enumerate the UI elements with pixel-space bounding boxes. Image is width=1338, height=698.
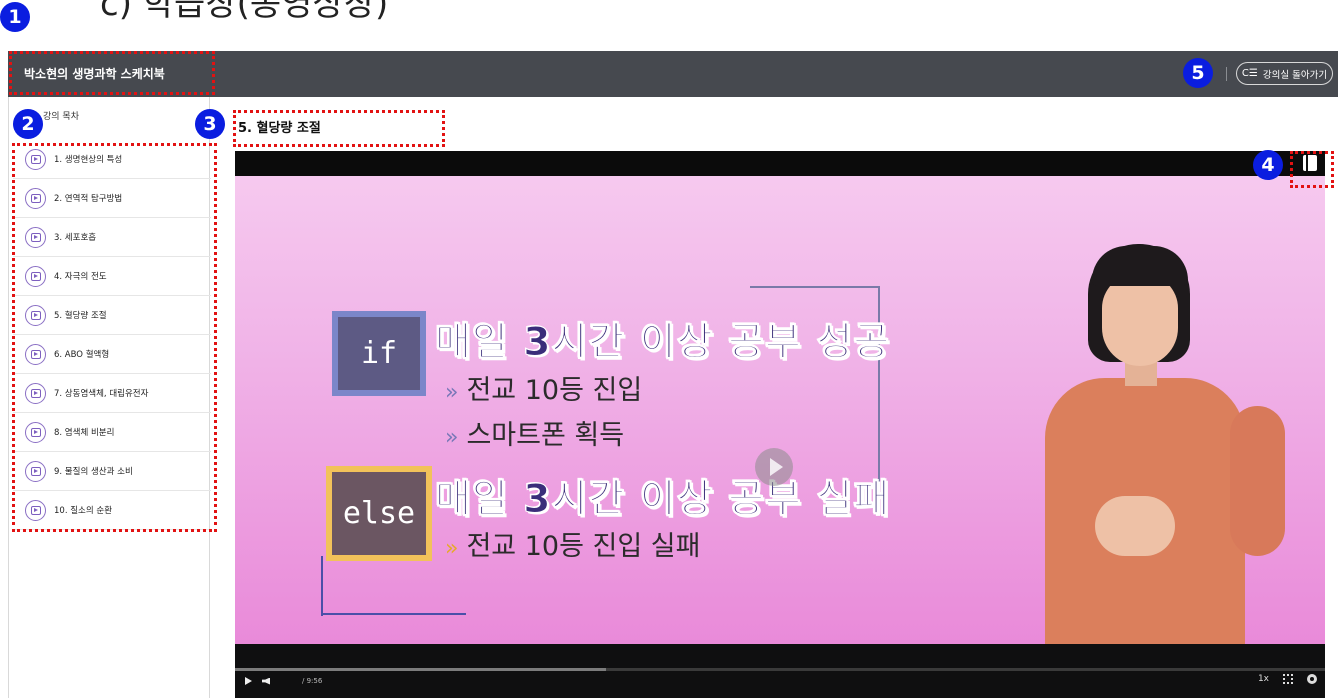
double-arrow-icon: » bbox=[445, 380, 459, 405]
instructor-figure bbox=[1030, 216, 1320, 644]
decor-line bbox=[750, 286, 878, 288]
annotation-marker-4: 4 bbox=[1253, 150, 1283, 180]
annotation-marker-2: 2 bbox=[13, 109, 43, 139]
double-arrow-icon: » bbox=[445, 536, 459, 561]
player-controls: / 9:56 1x bbox=[235, 644, 1325, 698]
annotation-marker-5: 5 bbox=[1183, 58, 1213, 88]
progress-buffer bbox=[235, 668, 606, 671]
player-top-strip bbox=[235, 151, 1325, 176]
if-box: if bbox=[332, 311, 426, 396]
fullscreen-icon[interactable] bbox=[1283, 674, 1293, 684]
if-headline: 매일 3시간 이상 공부 성공 bbox=[434, 320, 891, 366]
speed-button[interactable]: 1x bbox=[1258, 674, 1269, 684]
controls-left: / 9:56 bbox=[245, 677, 322, 685]
else-sub-1-text: 전교 10등 진입 실패 bbox=[466, 531, 701, 562]
annotation-marker-1: 1 bbox=[0, 2, 30, 32]
else-sub-1: » 전교 10등 진입 실패 bbox=[445, 524, 700, 563]
double-arrow-icon: » bbox=[445, 425, 459, 450]
annotation-box-2 bbox=[12, 143, 217, 532]
lecture-player-page: c) 학습창(동영상창) 박소현의 생명과학 스케치북 C☰ 강의실 돌아가기 … bbox=[0, 0, 1338, 698]
annotation-box-1 bbox=[9, 51, 215, 95]
controls-right: 1x bbox=[1258, 674, 1317, 684]
center-play-icon[interactable] bbox=[755, 448, 793, 486]
annotation-box-3 bbox=[233, 110, 445, 147]
else-headline: 매일 3시간 이상 공부 실패 bbox=[434, 477, 891, 523]
video-frame[interactable]: if 매일 3시간 이상 공부 성공 » 전교 10등 진입 » 스마트폰 획득 e… bbox=[235, 176, 1325, 644]
volume-icon[interactable] bbox=[262, 677, 270, 685]
decor-line bbox=[321, 556, 323, 616]
divider bbox=[1226, 67, 1227, 81]
page-heading: c) 학습창(동영상창) bbox=[100, 0, 389, 24]
annotation-box-4 bbox=[1290, 151, 1334, 188]
list-back-icon: C☰ bbox=[1241, 68, 1258, 79]
annotation-marker-3: 3 bbox=[195, 109, 225, 139]
back-to-classroom-button[interactable]: C☰ 강의실 돌아가기 bbox=[1236, 62, 1333, 85]
if-sub-1-text: 전교 10등 진입 bbox=[466, 375, 643, 406]
play-icon[interactable] bbox=[245, 677, 252, 685]
gear-icon[interactable] bbox=[1307, 674, 1317, 684]
if-sub-2-text: 스마트폰 획득 bbox=[466, 420, 625, 451]
else-box: else bbox=[326, 466, 432, 561]
if-sub-2: » 스마트폰 획득 bbox=[445, 413, 624, 452]
if-sub-1: » 전교 10등 진입 bbox=[445, 368, 642, 407]
time-display: / 9:56 bbox=[302, 677, 323, 685]
video-player[interactable]: if 매일 3시간 이상 공부 성공 » 전교 10등 진입 » 스마트폰 획득 e… bbox=[235, 151, 1325, 698]
decor-line bbox=[321, 613, 466, 615]
back-to-classroom-label: 강의실 돌아가기 bbox=[1262, 69, 1328, 81]
